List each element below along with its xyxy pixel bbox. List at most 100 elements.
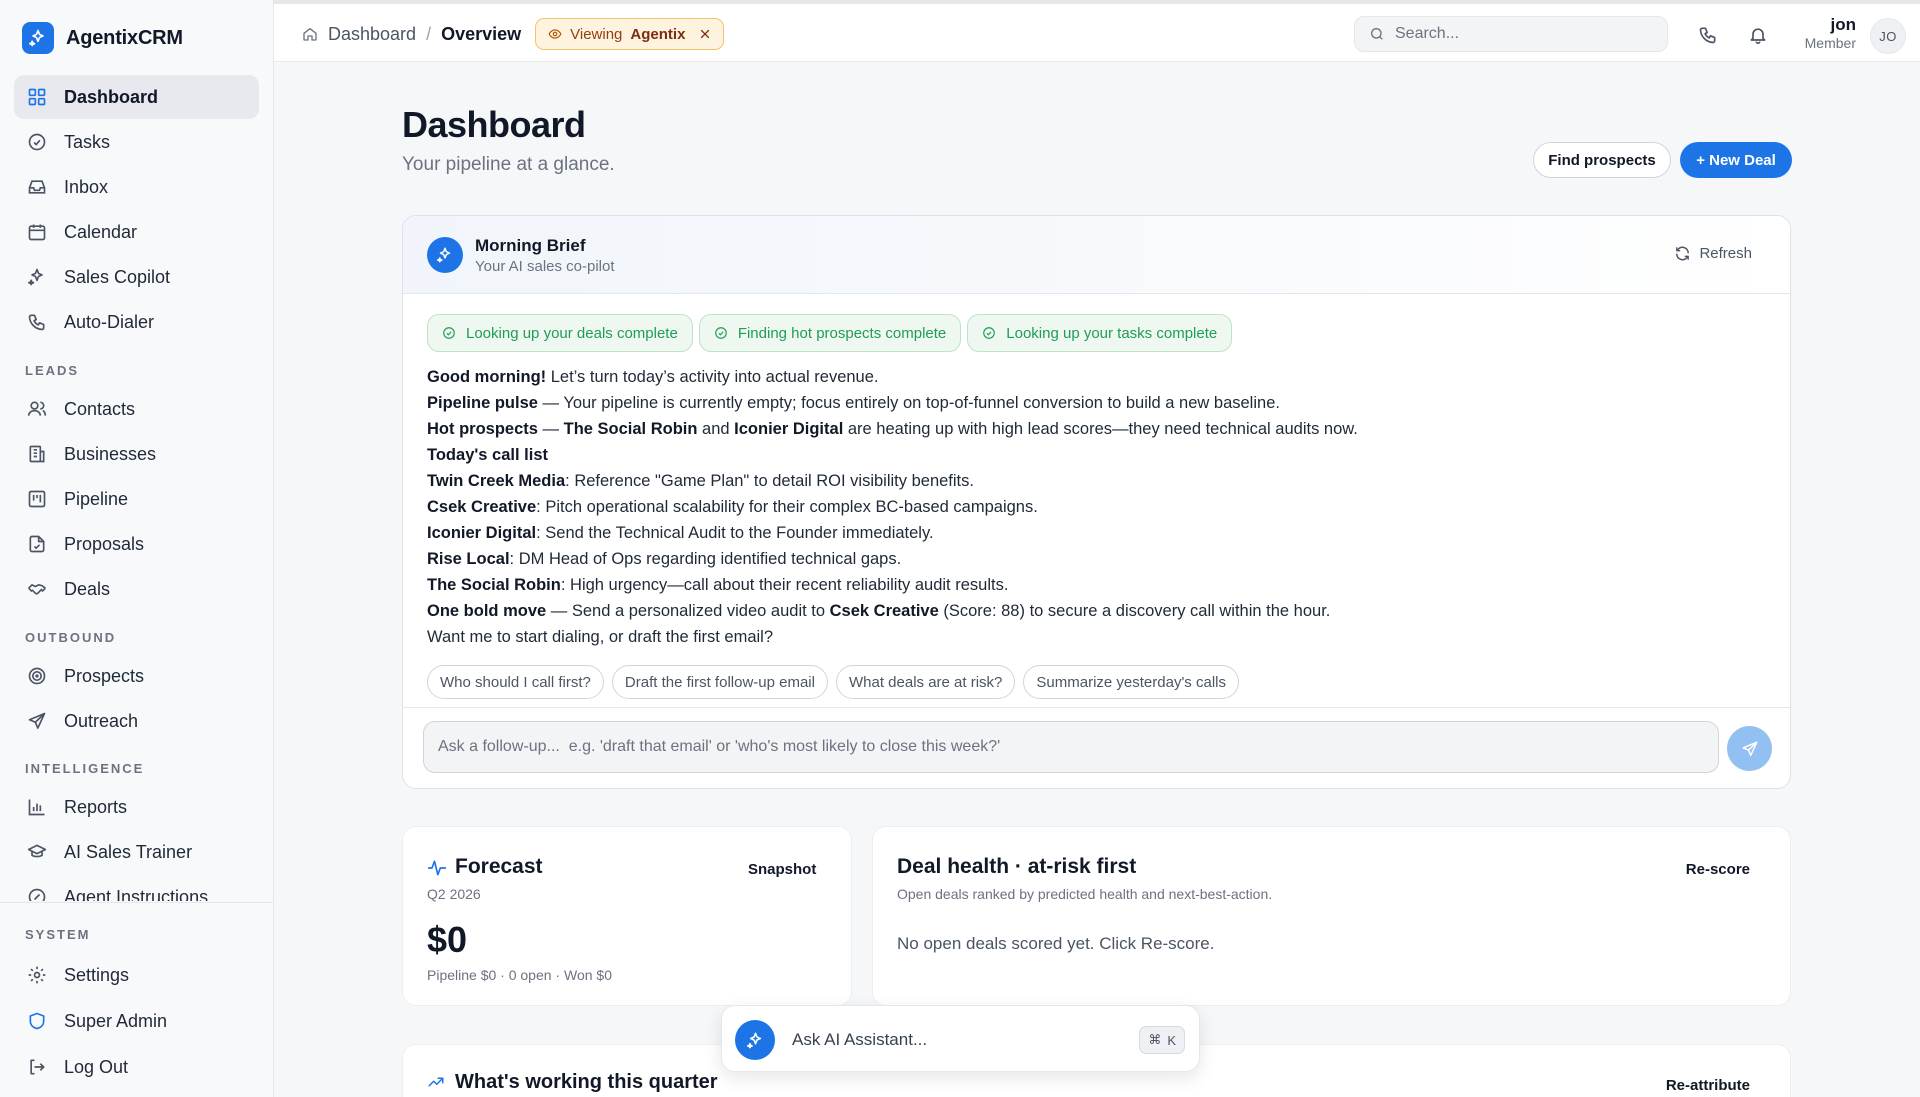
re-attribute-button[interactable]: Re-attribute bbox=[1666, 1077, 1750, 1094]
sparkles-icon bbox=[26, 266, 48, 288]
sidebar-item-settings[interactable]: Settings bbox=[14, 953, 259, 997]
bell-icon[interactable] bbox=[1745, 22, 1771, 48]
sidebar-item-calendar[interactable]: Calendar bbox=[14, 210, 259, 254]
follow-up-row bbox=[403, 707, 1790, 788]
forecast-title: Forecast bbox=[455, 855, 543, 878]
shield-icon bbox=[26, 1010, 48, 1032]
sidebar-item-label: Outreach bbox=[64, 710, 139, 731]
sparkles-logo-icon bbox=[22, 22, 54, 54]
sidebar-item-label: Tasks bbox=[64, 131, 111, 152]
command-key: ⌘ bbox=[1148, 1032, 1162, 1047]
bold-move: One bold move — Send a personalized vide… bbox=[427, 598, 1767, 624]
forecast-value: $0 bbox=[427, 919, 468, 960]
status-chip: Finding hot prospects complete bbox=[698, 314, 962, 352]
sidebar-item-label: AI Sales Trainer bbox=[64, 841, 193, 862]
sidebar-nav[interactable]: Dashboard Tasks Inbox Calendar Sales Cop… bbox=[0, 75, 273, 901]
sidebar-item-ai-sales-trainer[interactable]: AI Sales Trainer bbox=[14, 830, 259, 874]
inbox-icon bbox=[26, 176, 48, 198]
breadcrumb-overview: Overview bbox=[441, 23, 522, 44]
home-icon[interactable] bbox=[302, 26, 318, 42]
breadcrumb-dashboard[interactable]: Dashboard bbox=[328, 24, 416, 45]
sidebar-item-tasks[interactable]: Tasks bbox=[14, 120, 259, 164]
gear-icon bbox=[26, 964, 48, 986]
call-list-note: : Send the Technical Audit to the Founde… bbox=[536, 524, 934, 542]
phone-icon[interactable] bbox=[1695, 22, 1721, 48]
search-box[interactable] bbox=[1354, 16, 1668, 52]
close-icon[interactable] bbox=[699, 28, 711, 40]
search-input[interactable] bbox=[1395, 25, 1645, 43]
ai-assistant-label: Ask AI Assistant... bbox=[792, 1030, 928, 1049]
page-subtitle: Your pipeline at a glance. bbox=[402, 154, 615, 175]
keyboard-shortcut: ⌘ K bbox=[1139, 1026, 1185, 1054]
section-label-outbound: OUTBOUND bbox=[25, 630, 117, 645]
sparkles-icon bbox=[735, 1020, 775, 1060]
app-name: AgentixCRM bbox=[66, 26, 183, 49]
brief-greeting-text: Let’s turn today’s activity into actual … bbox=[546, 368, 879, 386]
handshake-icon bbox=[26, 578, 48, 600]
bot-icon bbox=[26, 886, 48, 901]
activity-icon bbox=[427, 858, 447, 878]
brief-greeting-bold: Good morning! bbox=[427, 368, 547, 386]
sidebar-item-agent-instructions[interactable]: Agent Instructions bbox=[14, 875, 259, 901]
sidebar-item-dashboard[interactable]: Dashboard bbox=[14, 75, 259, 119]
call-list-company: Iconier Digital bbox=[427, 524, 537, 542]
calendar-icon bbox=[26, 221, 48, 243]
sidebar-item-pipeline[interactable]: Pipeline bbox=[14, 477, 259, 521]
sidebar-system: SYSTEM Settings Super Admin Log Out bbox=[0, 902, 273, 1097]
sidebar-item-sales-copilot[interactable]: Sales Copilot bbox=[14, 255, 259, 299]
forecast-period: Q2 2026 bbox=[427, 886, 481, 902]
sidebar-item-proposals[interactable]: Proposals bbox=[14, 522, 259, 566]
whats-working-title: What's working this quarter bbox=[455, 1071, 718, 1093]
sidebar-item-inbox[interactable]: Inbox bbox=[14, 165, 259, 209]
suggestion-chip[interactable]: Who should I call first? bbox=[427, 665, 604, 699]
brand[interactable]: AgentixCRM bbox=[22, 22, 183, 54]
status-chip-label: Finding hot prospects complete bbox=[737, 324, 947, 342]
pipeline-pulse-text: — Your pipeline is currently empty; focu… bbox=[537, 394, 1280, 412]
sidebar-item-super-admin[interactable]: Super Admin bbox=[14, 999, 259, 1043]
sidebar-item-businesses[interactable]: Businesses bbox=[14, 432, 259, 476]
ai-assistant-launcher[interactable]: Ask AI Assistant... ⌘ K bbox=[721, 1005, 1200, 1072]
sidebar-item-label: Inbox bbox=[64, 176, 109, 197]
avatar[interactable]: JO bbox=[1870, 18, 1906, 54]
user-menu[interactable]: jon Member bbox=[1805, 15, 1856, 51]
sidebar-item-auto-dialer[interactable]: Auto-Dialer bbox=[14, 300, 259, 344]
snapshot-button[interactable]: Snapshot bbox=[748, 861, 816, 878]
grid-icon bbox=[26, 86, 48, 108]
sidebar-item-log-out[interactable]: Log Out bbox=[14, 1045, 259, 1089]
follow-up-input[interactable] bbox=[423, 721, 1719, 773]
bold-move-company: Csek Creative bbox=[829, 602, 939, 620]
topbar: Dashboard / Overview Viewing Agentix jon… bbox=[274, 0, 1920, 62]
suggestion-chip[interactable]: Summarize yesterday's calls bbox=[1023, 665, 1239, 699]
suggestion-chip[interactable]: Draft the first follow-up email bbox=[611, 665, 828, 699]
sidebar-item-label: Settings bbox=[64, 964, 130, 985]
sidebar-item-prospects[interactable]: Prospects bbox=[14, 654, 259, 698]
sidebar-item-outreach[interactable]: Outreach bbox=[14, 699, 259, 743]
sidebar-item-label: Log Out bbox=[64, 1056, 129, 1077]
bold-move-text: — Send a personalized video audit to bbox=[546, 602, 830, 620]
pipeline-pulse-label: Pipeline pulse bbox=[427, 394, 538, 412]
brief-pipeline-pulse: Pipeline pulse — Your pipeline is curren… bbox=[427, 390, 1767, 416]
new-deal-button[interactable]: + New Deal bbox=[1680, 142, 1792, 178]
re-score-button[interactable]: Re-score bbox=[1686, 861, 1750, 878]
status-chip-label: Looking up your tasks complete bbox=[1006, 324, 1218, 342]
sidebar-item-contacts[interactable]: Contacts bbox=[14, 387, 259, 431]
deal-health-card: Deal health · at-risk first Open deals r… bbox=[872, 826, 1791, 1006]
sidebar-item-label: Dashboard bbox=[64, 86, 159, 107]
refresh-button[interactable]: Refresh bbox=[1674, 245, 1752, 262]
sparkles-icon bbox=[427, 237, 463, 273]
sidebar-item-deals[interactable]: Deals bbox=[14, 567, 259, 611]
sidebar-item-label: Agent Instructions bbox=[64, 886, 209, 902]
sidebar-item-label: Pipeline bbox=[64, 488, 129, 509]
sidebar-item-reports[interactable]: Reports bbox=[14, 785, 259, 829]
sidebar: AgentixCRM Dashboard Tasks Inbox Calenda… bbox=[0, 0, 274, 1097]
brief-body: Good morning! Let’s turn today’s activit… bbox=[427, 364, 1767, 650]
find-prospects-button[interactable]: Find prospects bbox=[1533, 142, 1671, 178]
deal-health-subtitle: Open deals ranked by predicted health an… bbox=[897, 886, 1273, 902]
call-list-company: Twin Creek Media bbox=[427, 472, 566, 490]
sidebar-item-label: Calendar bbox=[64, 221, 138, 242]
hot-prospects-text: are heating up with high lead scores—the… bbox=[843, 420, 1358, 438]
send-button[interactable] bbox=[1727, 726, 1772, 771]
suggestion-chip[interactable]: What deals are at risk? bbox=[835, 665, 1016, 699]
call-list-item: Twin Creek Media: Reference "Game Plan" … bbox=[427, 468, 1767, 494]
status-chip: Looking up your tasks complete bbox=[967, 314, 1233, 352]
